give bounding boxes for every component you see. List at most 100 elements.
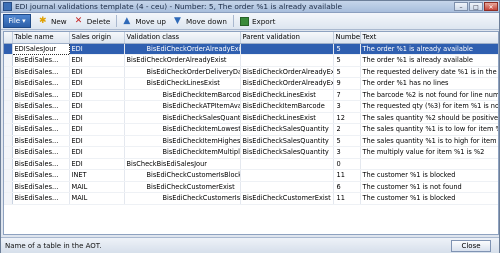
cell-validation-class[interactable]: BisEdiCheckOrderAlreadyExist xyxy=(124,43,241,55)
move-up-button[interactable]: ▲ Move up xyxy=(119,14,170,28)
cell-table-name[interactable]: BisEdiSales... xyxy=(12,135,70,147)
cell-text[interactable]: The sales quantity %1 is to high for ite… xyxy=(360,135,498,147)
row-marker[interactable] xyxy=(4,100,13,113)
cell-text[interactable]: The order %1 is already available xyxy=(360,54,498,67)
column-header-validation-class[interactable]: Validation class xyxy=(124,32,241,44)
row-marker[interactable] xyxy=(4,146,13,159)
table-row[interactable]: BisEdiSales... EDI BisCheckBisEdiSalesJo… xyxy=(4,158,498,170)
cell-text[interactable]: The barcode %2 is not found for line num… xyxy=(360,89,498,101)
cell-text[interactable]: The requested delivery date %1 is in the… xyxy=(360,66,498,78)
cell-sales-origin[interactable]: EDI xyxy=(69,146,125,159)
column-header-sales-origin[interactable]: Sales origin xyxy=(69,32,125,44)
cell-validation-class[interactable]: BisCheckBisEdiSalesJour xyxy=(124,158,241,170)
row-marker[interactable] xyxy=(4,77,13,90)
row-marker[interactable] xyxy=(4,123,13,136)
table-row[interactable]: BisEdiSales... EDI BisEdiCheckItemLowest… xyxy=(4,123,498,136)
cell-table-name[interactable]: BisEdiSales... xyxy=(12,192,70,205)
cell-validation-class[interactable]: BisEdiCheckOrderAlreadyExist xyxy=(124,54,241,67)
file-menu-button[interactable]: File ▾ xyxy=(3,14,31,28)
cell-number[interactable]: 11 xyxy=(333,169,361,182)
cell-table-name[interactable]: BisEdiSales... xyxy=(12,100,70,113)
table-row[interactable]: BisEdiSales... EDI BisEdiCheckOrderDeliv… xyxy=(4,66,498,78)
cell-parent-validation[interactable] xyxy=(240,181,334,193)
cell-number[interactable]: 6 xyxy=(333,181,361,193)
cell-parent-validation[interactable] xyxy=(240,169,334,182)
cell-table-name[interactable]: BisEdiSales... xyxy=(12,54,70,67)
cell-validation-class[interactable]: BisEdiCheckSalesQuantity xyxy=(124,112,241,124)
validations-grid[interactable]: Table name Sales origin Validation class… xyxy=(3,31,499,235)
cell-table-name[interactable]: BisEdiSales... xyxy=(12,77,70,90)
cell-number[interactable]: 2 xyxy=(333,123,361,136)
cell-text[interactable]: The order %1 is already available xyxy=(360,43,498,55)
row-marker[interactable] xyxy=(4,66,13,78)
cell-table-name[interactable]: BisEdiSales... xyxy=(12,146,70,159)
cell-table-name[interactable]: EDISalesJour xyxy=(11,42,70,55)
cell-sales-origin[interactable]: EDI xyxy=(69,112,125,124)
close-window-button[interactable]: ✕ xyxy=(484,2,498,11)
cell-number[interactable]: 5 xyxy=(333,43,361,55)
table-row[interactable]: EDISalesJour EDI BisEdiCheckOrderAlready… xyxy=(4,42,498,55)
cell-number[interactable]: 5 xyxy=(333,54,361,67)
row-marker[interactable] xyxy=(4,89,13,101)
cell-text[interactable]: The sales quantity %1 is to low for item… xyxy=(360,123,498,136)
cell-text[interactable] xyxy=(360,158,498,170)
cell-parent-validation[interactable]: BisEdiCheckOrderAlreadyExist xyxy=(240,77,334,90)
cell-validation-class[interactable]: BisEdiCheckItemMultiplyQty xyxy=(124,146,241,159)
cell-text[interactable]: The customer %1 is blocked xyxy=(360,192,498,205)
cell-parent-validation[interactable]: BisEdiCheckItemBarcode xyxy=(240,100,334,113)
cell-sales-origin[interactable]: EDI xyxy=(69,89,125,101)
column-header-parent-validation[interactable]: Parent validation xyxy=(240,32,334,44)
cell-sales-origin[interactable]: MAIL xyxy=(69,192,125,205)
title-bar[interactable]: EDI journal validations template (4 - ce… xyxy=(1,1,499,13)
close-button[interactable]: Close xyxy=(451,240,491,252)
cell-sales-origin[interactable]: EDI xyxy=(69,66,125,78)
minimize-button[interactable]: – xyxy=(454,2,468,11)
cell-table-name[interactable]: BisEdiSales... xyxy=(12,66,70,78)
cell-validation-class[interactable]: BisEdiCheckItemLowestQty xyxy=(124,123,241,136)
cell-number[interactable]: 11 xyxy=(333,192,361,205)
cell-validation-class[interactable]: BisEdiCheckItemHighestQty xyxy=(124,135,241,147)
delete-button[interactable]: ✕ Delete xyxy=(71,14,115,28)
cell-parent-validation[interactable]: BisEdiCheckSalesQuantity xyxy=(240,135,334,147)
cell-table-name[interactable]: BisEdiSales... xyxy=(12,89,70,101)
cell-sales-origin[interactable]: EDI xyxy=(69,54,125,67)
cell-table-name[interactable]: BisEdiSales... xyxy=(12,158,70,170)
cell-number[interactable]: 3 xyxy=(333,146,361,159)
column-header-number[interactable]: Number xyxy=(333,32,361,44)
cell-sales-origin[interactable]: EDI xyxy=(69,77,125,90)
cell-number[interactable]: 3 xyxy=(333,100,361,113)
cell-sales-origin[interactable]: EDI xyxy=(69,135,125,147)
cell-sales-origin[interactable]: MAIL xyxy=(69,181,125,193)
cell-table-name[interactable]: BisEdiSales... xyxy=(12,112,70,124)
cell-text[interactable]: The sales quantity %2 should be positive… xyxy=(360,112,498,124)
table-row[interactable]: BisEdiSales... INET BisEdiCheckCustomerI… xyxy=(4,169,498,182)
export-button[interactable]: Export xyxy=(236,14,280,28)
cell-sales-origin[interactable]: EDI xyxy=(69,43,125,55)
cell-number[interactable]: 5 xyxy=(333,135,361,147)
table-row[interactable]: BisEdiSales... EDI BisEdiCheckATPItemAva… xyxy=(4,100,498,113)
table-row[interactable]: BisEdiSales... EDI BisEdiCheckItemMultip… xyxy=(4,146,498,159)
cell-parent-validation[interactable]: BisEdiCheckSalesQuantity xyxy=(240,146,334,159)
row-marker[interactable] xyxy=(4,169,13,182)
cell-parent-validation[interactable] xyxy=(240,54,334,67)
row-marker[interactable] xyxy=(4,43,13,55)
cell-validation-class[interactable]: BisEdiCheckOrderDeliveryDate xyxy=(124,66,241,78)
cell-number[interactable]: 12 xyxy=(333,112,361,124)
cell-validation-class[interactable]: BisEdiCheckCustomerExist xyxy=(124,181,241,193)
row-marker[interactable] xyxy=(4,135,13,147)
cell-sales-origin[interactable]: INET xyxy=(69,169,125,182)
maximize-button[interactable]: □ xyxy=(469,2,483,11)
cell-parent-validation[interactable]: BisEdiCheckLinesExist xyxy=(240,89,334,101)
cell-parent-validation[interactable] xyxy=(240,158,334,170)
cell-sales-origin[interactable]: EDI xyxy=(69,123,125,136)
cell-parent-validation[interactable]: BisEdiCheckOrderAlreadyExist xyxy=(240,66,334,78)
cell-number[interactable]: 0 xyxy=(333,158,361,170)
row-marker[interactable] xyxy=(4,158,13,170)
cell-sales-origin[interactable]: EDI xyxy=(69,100,125,113)
cell-table-name[interactable]: BisEdiSales... xyxy=(12,169,70,182)
table-row[interactable]: BisEdiSales... EDI BisEdiCheckItemBarcod… xyxy=(4,89,498,101)
cell-validation-class[interactable]: BisEdiCheckCustomerIsBlocked xyxy=(124,169,241,182)
table-row[interactable]: BisEdiSales... EDI BisEdiCheckOrderAlrea… xyxy=(4,54,498,67)
cell-validation-class[interactable]: BisEdiCheckLinesExist xyxy=(124,77,241,90)
cell-number[interactable]: 9 xyxy=(333,77,361,90)
